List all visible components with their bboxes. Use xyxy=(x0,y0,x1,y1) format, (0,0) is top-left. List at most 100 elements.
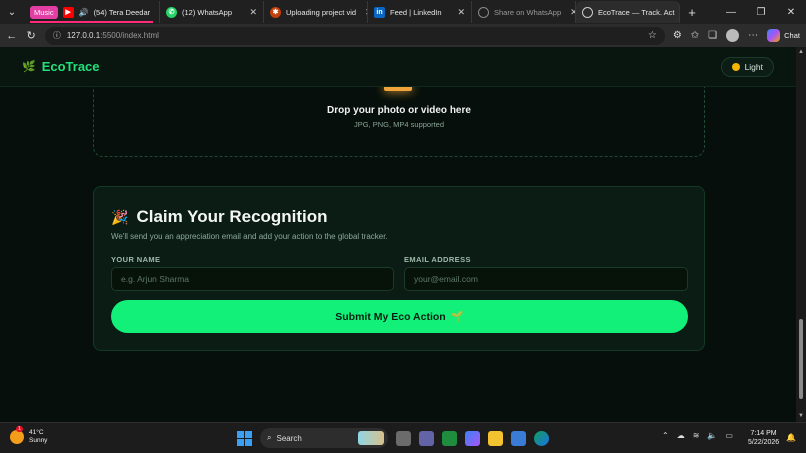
party-popper-icon: 🎉 xyxy=(111,208,129,225)
email-input[interactable] xyxy=(404,267,688,291)
chat-label: Chat xyxy=(784,31,800,40)
claim-recognition-card: 🎉 Claim Your Recognition We'll send you … xyxy=(93,186,705,351)
theme-toggle-button[interactable]: Light xyxy=(720,56,774,77)
tab-share-whatsapp[interactable]: Share on WhatsApp ✕ xyxy=(472,1,576,23)
tab-actions-icon[interactable]: ⌄ xyxy=(0,0,24,24)
scroll-up-icon[interactable]: ▲ xyxy=(798,49,804,55)
weather-desc: Sunny xyxy=(29,437,48,444)
close-tab-icon[interactable]: ✕ xyxy=(566,7,575,18)
tab-media-indicator xyxy=(30,21,153,23)
music-badge: Music xyxy=(30,5,58,19)
info-icon[interactable]: ⓘ xyxy=(53,30,61,41)
tab-ecotrace[interactable]: EcoTrace — Track. Act ✕ xyxy=(576,1,680,23)
globe-icon xyxy=(478,6,489,18)
collections-icon[interactable]: ❏ xyxy=(708,30,717,41)
tab-title: EcoTrace — Track. Act xyxy=(598,7,675,17)
tab-linkedin[interactable]: in Feed | LinkedIn ✕ xyxy=(368,1,472,23)
taskbar-search[interactable]: ⌕ Search xyxy=(260,428,388,448)
weather-badge: 1 xyxy=(16,426,23,432)
email-label: EMAIL ADDRESS xyxy=(404,255,471,264)
back-icon[interactable]: ← xyxy=(6,30,17,42)
claim-title: 🎉 Claim Your Recognition xyxy=(111,207,328,227)
system-tray: ⌃ ☁ ≋ 🔈 ▭ xyxy=(662,431,733,440)
browser-tab-bar: ⌄ Music ▶ 🔊 (54) Tera Deedar ✕ ✆ (12) Wh… xyxy=(0,0,806,24)
search-highlight-image xyxy=(358,431,384,445)
new-tab-button[interactable]: + xyxy=(680,0,704,24)
speaker-icon[interactable]: 🔊 xyxy=(79,8,89,17)
copilot-chat-button[interactable]: Chat xyxy=(767,29,800,42)
file-explorer-icon[interactable] xyxy=(488,430,503,446)
tab-title: Uploading project vid xyxy=(286,7,357,17)
restore-icon[interactable]: ❐ xyxy=(746,0,776,24)
extensions-icon[interactable]: ⚙ xyxy=(673,30,682,41)
profile-avatar[interactable] xyxy=(726,29,740,42)
leaf-icon: 🌿 xyxy=(22,61,36,73)
teams-icon[interactable] xyxy=(419,430,434,446)
refresh-icon[interactable]: ↻ xyxy=(25,29,36,42)
chevron-up-icon[interactable]: ⌃ xyxy=(662,431,669,440)
windows-start-icon[interactable] xyxy=(237,430,252,446)
cloud-icon[interactable]: ☁ xyxy=(677,431,685,440)
globe-icon xyxy=(582,6,593,18)
tab-title: (54) Tera Deedar xyxy=(93,7,151,17)
battery-icon[interactable]: ▭ xyxy=(725,431,733,440)
page-scrollbar[interactable]: ▲ ▼ xyxy=(796,47,806,422)
notification-bell-icon[interactable]: 🔔 xyxy=(786,433,796,442)
linkedin-icon: in xyxy=(374,6,385,18)
theme-toggle-label: Light xyxy=(744,61,763,72)
task-view-icon[interactable] xyxy=(396,430,411,446)
close-tab-icon[interactable]: ✕ xyxy=(245,7,257,18)
close-window-icon[interactable]: ✕ xyxy=(776,0,806,24)
brand-name: EcoTrace xyxy=(41,59,100,74)
volume-icon[interactable]: 🔈 xyxy=(707,431,717,440)
taskbar-clock[interactable]: 7:14 PM 5/22/2026 xyxy=(748,429,779,447)
edge-icon[interactable] xyxy=(534,430,549,446)
weather-temp: 41°C xyxy=(29,429,44,436)
wifi-icon[interactable]: ≋ xyxy=(693,431,700,440)
whatsapp-icon: ✆ xyxy=(166,6,177,18)
close-tab-icon[interactable]: ✕ xyxy=(361,7,367,18)
clock-time: 7:14 PM xyxy=(750,430,777,437)
tab-whatsapp[interactable]: ✆ (12) WhatsApp ✕ xyxy=(160,1,264,23)
scroll-down-icon[interactable]: ▼ xyxy=(798,413,804,419)
taskbar-apps: ⌕ Search xyxy=(237,428,549,448)
close-tab-icon[interactable]: ✕ xyxy=(453,7,465,18)
more-icon[interactable]: ⋯ xyxy=(748,30,758,41)
close-tab-icon[interactable]: ✕ xyxy=(679,7,680,18)
scroll-thumb[interactable] xyxy=(799,319,803,399)
claim-title-text: Claim Your Recognition xyxy=(136,207,328,226)
sun-icon xyxy=(731,62,740,71)
url-field[interactable]: ⓘ 127.0.0.1:5500/index.html ☆ xyxy=(44,26,665,45)
submit-eco-action-button[interactable]: Submit My Eco Action 🌱 xyxy=(111,300,688,333)
address-bar-row: ← ↻ ⓘ 127.0.0.1:5500/index.html ☆ ⚙ ✩ ❏ … xyxy=(0,24,806,47)
youtube-icon: ▶ xyxy=(62,6,74,18)
brand-logo[interactable]: 🌿 EcoTrace xyxy=(22,59,100,74)
sun-weather-icon: 1 xyxy=(10,426,24,444)
weather-widget[interactable]: 1 41°C Sunny xyxy=(10,426,48,445)
favorites-icon[interactable]: ✩ xyxy=(691,30,699,41)
claim-subtitle: We'll send you an appreciation email and… xyxy=(111,232,388,241)
copilot-app-icon[interactable] xyxy=(465,430,480,446)
tab-title: (12) WhatsApp xyxy=(182,7,233,17)
windows-taskbar: 1 41°C Sunny ⌕ Search ⌃ ☁ ≋ 🔈 ▭ 7:14 PM … xyxy=(0,422,806,453)
clock-date: 5/22/2026 xyxy=(748,439,780,446)
url-path: :5500/index.html xyxy=(100,31,159,40)
search-icon: ⌕ xyxy=(267,433,272,442)
site-navbar: 🌿 EcoTrace Light xyxy=(0,47,796,87)
search-label: Search xyxy=(276,433,302,443)
tab-music[interactable]: Music ▶ 🔊 (54) Tera Deedar ✕ xyxy=(24,1,160,23)
window-controls: — ❐ ✕ xyxy=(716,0,806,24)
store-icon[interactable] xyxy=(511,430,526,446)
page-viewport: 🌿 EcoTrace Light Drop your photo or vide… xyxy=(0,47,796,422)
url-host: 127.0.0.1 xyxy=(66,31,101,40)
minimize-icon[interactable]: — xyxy=(716,0,746,24)
seedling-icon: 🌱 xyxy=(450,311,464,323)
asterisk-icon: ✱ xyxy=(270,6,281,18)
name-input[interactable] xyxy=(111,267,394,291)
tab-title: Share on WhatsApp xyxy=(494,7,562,17)
name-label: YOUR NAME xyxy=(111,255,161,264)
favorite-star-icon[interactable]: ☆ xyxy=(648,30,657,41)
excel-icon[interactable] xyxy=(442,430,457,446)
tab-title: Feed | LinkedIn xyxy=(390,7,442,17)
tab-uploading[interactable]: ✱ Uploading project vid ✕ xyxy=(264,1,368,23)
